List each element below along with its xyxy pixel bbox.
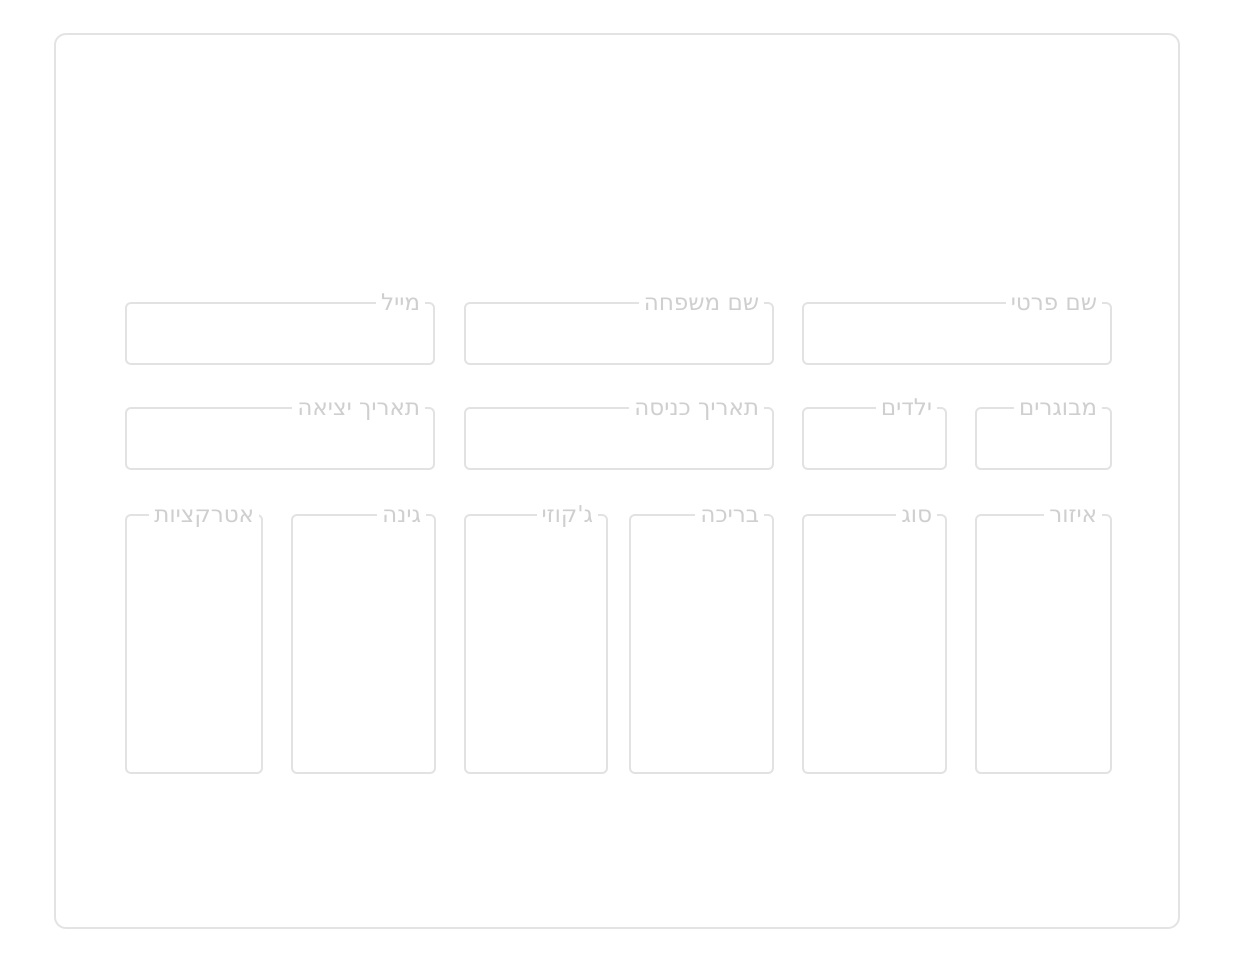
- form-card: [54, 33, 1180, 929]
- pool-label: בריכה: [700, 502, 759, 528]
- pool-field[interactable]: בריכה: [629, 503, 774, 774]
- type-field[interactable]: סוג: [802, 503, 947, 774]
- attractions-label: אטרקציות: [154, 502, 254, 528]
- attractions-field[interactable]: אטרקציות: [125, 503, 263, 774]
- check-out-label: תאריך יציאה: [297, 395, 420, 421]
- children-label: ילדים: [880, 395, 932, 421]
- adults-field[interactable]: מבוגרים: [975, 396, 1112, 470]
- check-out-field[interactable]: תאריך יציאה: [125, 396, 435, 470]
- email-label: מייל: [381, 290, 420, 316]
- last-name-field[interactable]: שם משפחה: [464, 291, 774, 365]
- region-field[interactable]: איזור: [975, 503, 1112, 774]
- children-field[interactable]: ילדים: [802, 396, 947, 470]
- region-label: איזור: [1049, 502, 1097, 528]
- jacuzzi-label: ג'קוזי: [541, 502, 594, 528]
- first-name-label: שם פרטי: [1010, 290, 1097, 316]
- garden-field[interactable]: גינה: [291, 503, 436, 774]
- email-field[interactable]: מייל: [125, 291, 435, 365]
- check-in-label: תאריך כניסה: [634, 395, 759, 421]
- check-in-field[interactable]: תאריך כניסה: [464, 396, 774, 470]
- adults-label: מבוגרים: [1018, 395, 1097, 421]
- type-label: סוג: [901, 502, 932, 528]
- jacuzzi-field[interactable]: ג'קוזי: [464, 503, 608, 774]
- first-name-field[interactable]: שם פרטי: [802, 291, 1112, 365]
- last-name-label: שם משפחה: [643, 290, 759, 316]
- garden-label: גינה: [382, 502, 421, 528]
